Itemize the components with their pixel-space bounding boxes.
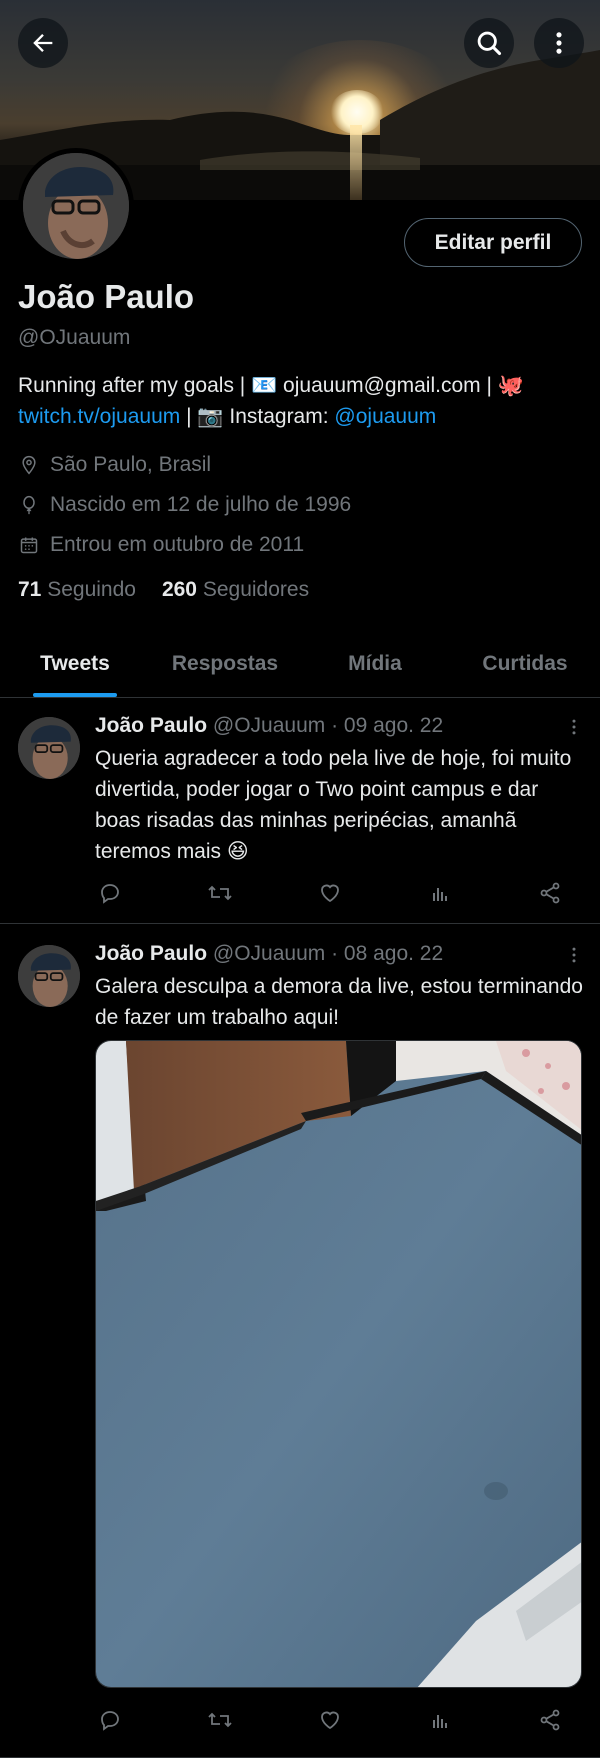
- followers-label: Seguidores: [202, 578, 310, 601]
- reply-button[interactable]: [95, 878, 125, 908]
- share-button[interactable]: [535, 878, 565, 908]
- calendar-icon: [18, 534, 40, 556]
- instagram-link[interactable]: @ojuauum: [334, 405, 436, 428]
- tab-tweets[interactable]: Tweets: [0, 630, 150, 697]
- tweet-header: João Paulo @OJuauum · 08 ago. 22: [95, 942, 443, 966]
- more-options-button[interactable]: [534, 18, 584, 68]
- analytics-icon: [433, 888, 447, 901]
- tweet[interactable]: João Paulo @OJuauum · 09 ago. 22 Queria …: [0, 699, 600, 924]
- joined-text: Entrou em outubro de 2011: [50, 533, 305, 556]
- tweet-media-image[interactable]: [95, 1040, 582, 1688]
- tweet-text: Galera desculpa a demora da live, estou …: [95, 975, 583, 1029]
- profile-name: João Paulo: [18, 278, 195, 315]
- like-button[interactable]: [315, 1705, 345, 1735]
- analytics-icon: [433, 1715, 447, 1728]
- followers-link[interactable]: 260 Seguidores: [162, 578, 309, 602]
- share-button[interactable]: [535, 1705, 565, 1735]
- location-text: São Paulo, Brasil: [50, 453, 212, 476]
- tweet-more-button[interactable]: [562, 943, 586, 967]
- retweet-button[interactable]: [205, 878, 235, 908]
- tweet-avatar[interactable]: [18, 945, 80, 1007]
- search-button[interactable]: [464, 18, 514, 68]
- following-link[interactable]: 71 Seguindo: [18, 578, 136, 602]
- tab-curtidas[interactable]: Curtidas: [450, 630, 600, 697]
- bio-line-2-text: | 📷 Instagram:: [180, 405, 335, 428]
- tab-respostas[interactable]: Respostas: [150, 630, 300, 697]
- bio-line-2: twitch.tv/ojuauum | 📷 Instagram: @ojuauu…: [18, 401, 588, 432]
- bio-line-1: Running after my goals | 📧 ojuauum@gmail…: [18, 374, 524, 397]
- profile-handle: @OJuauum: [18, 326, 131, 349]
- reply-icon: [101, 1711, 119, 1731]
- views-button[interactable]: [425, 878, 455, 908]
- retweet-icon: [208, 1712, 232, 1728]
- tweet-avatar[interactable]: [18, 717, 80, 779]
- following-label: Seguindo: [47, 578, 136, 601]
- more-vertical-icon: [556, 32, 562, 54]
- profile-tabs: Tweets Respostas Mídia Curtidas: [0, 630, 600, 698]
- more-vertical-icon: [572, 719, 576, 735]
- search-icon: [477, 31, 502, 56]
- views-button[interactable]: [425, 1705, 455, 1735]
- tweet-author-name[interactable]: João Paulo: [95, 714, 207, 737]
- birthday-text: Nascido em 12 de julho de 1996: [50, 493, 352, 516]
- location-pin-icon: [18, 454, 40, 476]
- share-icon: [540, 1709, 560, 1731]
- tweet-actions: [95, 1705, 565, 1735]
- followers-count: 260: [161, 578, 197, 601]
- heart-icon: [321, 1711, 339, 1730]
- tweet-header: João Paulo @OJuauum · 09 ago. 22: [95, 714, 443, 738]
- tweet-actions: [95, 878, 565, 908]
- like-button[interactable]: [315, 878, 345, 908]
- follow-stats: 71 Seguindo 260 Seguidores: [18, 578, 309, 602]
- following-count: 71: [18, 578, 42, 601]
- tweet-text: Queria agradecer a todo pela live de hoj…: [95, 747, 572, 863]
- reply-button[interactable]: [95, 1705, 125, 1735]
- profile-joined: Entrou em outubro de 2011: [18, 533, 304, 557]
- back-button[interactable]: [18, 18, 68, 68]
- twitch-link[interactable]: twitch.tv/ojuauum: [18, 405, 180, 428]
- profile-bio: Running after my goals | 📧 ojuauum@gmail…: [18, 370, 588, 432]
- share-icon: [540, 882, 560, 904]
- profile-avatar[interactable]: [18, 148, 134, 264]
- profile-birthday: Nascido em 12 de julho de 1996: [18, 493, 351, 517]
- profile-location: São Paulo, Brasil: [18, 453, 211, 477]
- edit-profile-button[interactable]: Editar perfil: [404, 218, 582, 267]
- balloon-icon: [18, 494, 40, 516]
- reply-icon: [101, 884, 119, 904]
- retweet-icon: [208, 885, 232, 901]
- arrow-left-icon: [33, 34, 53, 52]
- heart-icon: [321, 884, 339, 903]
- tweet-more-button[interactable]: [562, 715, 586, 739]
- tweet-meta: @OJuauum · 08 ago. 22: [212, 942, 444, 965]
- tweet-meta: @OJuauum · 09 ago. 22: [212, 714, 444, 737]
- more-vertical-icon: [572, 947, 576, 963]
- retweet-button[interactable]: [205, 1705, 235, 1735]
- tab-midia[interactable]: Mídia: [300, 630, 450, 697]
- tweet-author-name[interactable]: João Paulo: [95, 942, 207, 965]
